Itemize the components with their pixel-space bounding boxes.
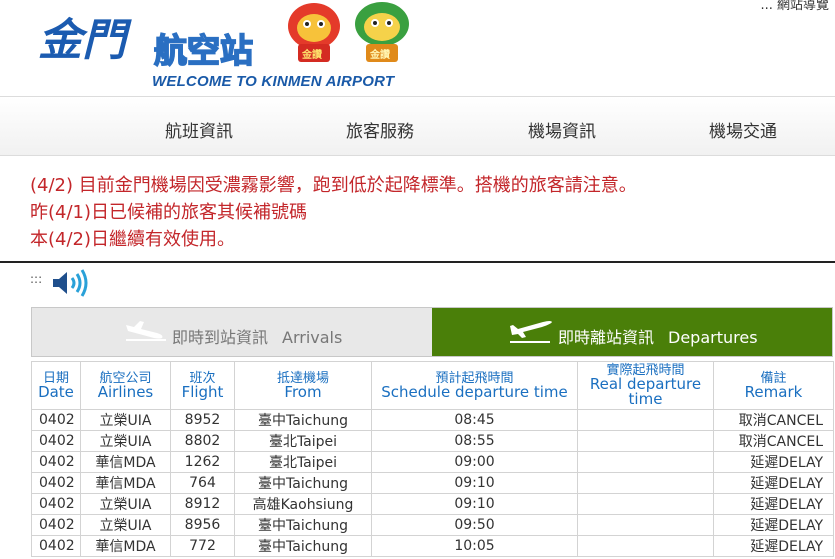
cell-remark: 取消CANCEL bbox=[713, 430, 834, 452]
table-row: 0402 立榮UIA 8952 臺中Taichung 08:45 取消CANCE… bbox=[31, 409, 834, 431]
cell-date: 0402 bbox=[31, 514, 81, 536]
cell-remark: 取消CANCEL bbox=[713, 409, 834, 431]
logo-kinmen-text: 金門 bbox=[38, 15, 132, 66]
tab-arrivals[interactable]: 即時到站資訊 Arrivals bbox=[32, 308, 432, 356]
tab-arrivals-en: Arrivals bbox=[282, 328, 343, 347]
mascot-badge-left: 金讚 bbox=[301, 48, 322, 61]
cell-flight: 8912 bbox=[170, 493, 235, 515]
cell-to: 臺北Taipei bbox=[234, 451, 372, 473]
cell-scheduled: 08:55 bbox=[371, 430, 578, 452]
cell-actual bbox=[577, 409, 714, 431]
cell-airline: 立榮UIA bbox=[80, 409, 171, 431]
cell-remark: 延遲DELAY bbox=[713, 451, 834, 473]
nav-item-airport-transport[interactable]: 機場交通 bbox=[709, 117, 777, 142]
kinmen-airport-logo[interactable]: 金門 航空站 金讚 金讚 bbox=[36, 0, 416, 72]
logo-airport-text: 航空站 bbox=[154, 31, 253, 70]
notice-line: 本(4/2)日繼續有效使用。 bbox=[30, 229, 236, 250]
table-row: 0402 華信MDA 764 臺中Taichung 09:10 延遲DELAY bbox=[31, 472, 834, 494]
col-flight: 班次 Flight bbox=[170, 361, 235, 410]
cell-airline: 立榮UIA bbox=[80, 514, 171, 536]
cell-actual bbox=[577, 472, 714, 494]
cell-flight: 1262 bbox=[170, 451, 235, 473]
table-header-row: 日期 Date 航空公司 Airlines 班次 Flight 抵達機場 From 預計… bbox=[31, 361, 834, 410]
site-header: ... 網站導覽 金門 航空站 金讚 金讚 WELCOME TO KINMEN … bbox=[0, 0, 835, 96]
mascot-right-icon: 金讚 bbox=[355, 2, 409, 62]
speaker-icon[interactable] bbox=[50, 268, 92, 298]
notice-line: (4/2) 目前金門機場因受濃霧影響，跑到低於起降標準。搭機的旅客請注意。 bbox=[30, 175, 637, 196]
tab-departures[interactable]: 即時離站資訊 Departures bbox=[432, 308, 832, 356]
plane-takeoff-icon bbox=[510, 321, 552, 343]
cell-airline: 華信MDA bbox=[80, 472, 171, 494]
cell-scheduled: 10:05 bbox=[371, 535, 578, 557]
cell-scheduled: 09:10 bbox=[371, 472, 578, 494]
departures-table: 日期 Date 航空公司 Airlines 班次 Flight 抵達機場 From 預計… bbox=[31, 361, 834, 557]
cell-to: 臺中Taichung bbox=[234, 535, 372, 557]
cell-airline: 華信MDA bbox=[80, 451, 171, 473]
notice-line: 昨(4/1)日已候補的旅客其候補號碼 bbox=[30, 202, 308, 223]
fog-notice: (4/2) 目前金門機場因受濃霧影響，跑到低於起降標準。搭機的旅客請注意。 昨(… bbox=[30, 172, 637, 253]
table-row: 0402 立榮UIA 8912 高雄Kaohsiung 09:10 延遲DELA… bbox=[31, 493, 834, 515]
cell-scheduled: 09:50 bbox=[371, 514, 578, 536]
cell-actual bbox=[577, 514, 714, 536]
section-divider bbox=[0, 261, 835, 263]
cell-date: 0402 bbox=[31, 535, 81, 557]
cell-date: 0402 bbox=[31, 472, 81, 494]
cell-scheduled: 09:10 bbox=[371, 493, 578, 515]
cell-remark: 延遲DELAY bbox=[713, 472, 834, 494]
cell-to: 臺中Taichung bbox=[234, 472, 372, 494]
cell-flight: 764 bbox=[170, 472, 235, 494]
accesskey-marker[interactable]: ::: bbox=[30, 272, 42, 286]
nav-item-flight-info[interactable]: 航班資訊 bbox=[165, 117, 233, 142]
cell-remark: 延遲DELAY bbox=[713, 493, 834, 515]
tab-departures-en: Departures bbox=[668, 328, 758, 347]
plane-landing-icon bbox=[126, 321, 166, 341]
cell-actual bbox=[577, 493, 714, 515]
tab-arrivals-zh: 即時到站資訊 bbox=[172, 328, 269, 347]
cell-remark: 延遲DELAY bbox=[713, 514, 834, 536]
cell-actual bbox=[577, 451, 714, 473]
flight-tabs: 即時到站資訊 Arrivals 即時離站資訊 Departures bbox=[31, 307, 833, 357]
cell-flight: 8802 bbox=[170, 430, 235, 452]
logo-subtitle: WELCOME TO KINMEN AIRPORT bbox=[152, 73, 395, 90]
cell-scheduled: 08:45 bbox=[371, 409, 578, 431]
col-from: 抵達機場 From bbox=[234, 361, 372, 410]
table-row: 0402 華信MDA 772 臺中Taichung 10:05 延遲DELAY bbox=[31, 535, 834, 557]
cell-flight: 772 bbox=[170, 535, 235, 557]
cell-to: 臺中Taichung bbox=[234, 514, 372, 536]
mascot-badge-right: 金讚 bbox=[369, 48, 390, 61]
cell-flight: 8956 bbox=[170, 514, 235, 536]
cell-scheduled: 09:00 bbox=[371, 451, 578, 473]
table-row: 0402 華信MDA 1262 臺北Taipei 09:00 延遲DELAY bbox=[31, 451, 834, 473]
cell-date: 0402 bbox=[31, 430, 81, 452]
cell-to: 高雄Kaohsiung bbox=[234, 493, 372, 515]
cell-remark: 延遲DELAY bbox=[713, 535, 834, 557]
table-row: 0402 立榮UIA 8802 臺北Taipei 08:55 取消CANCEL bbox=[31, 430, 834, 452]
cell-date: 0402 bbox=[31, 451, 81, 473]
cell-airline: 立榮UIA bbox=[80, 430, 171, 452]
cell-date: 0402 bbox=[31, 409, 81, 431]
mascot-left-icon: 金讚 bbox=[288, 3, 340, 62]
nav-item-airport-info[interactable]: 機場資訊 bbox=[528, 117, 596, 142]
cell-airline: 立榮UIA bbox=[80, 493, 171, 515]
col-real-time: 實際起飛時間 Real departure time bbox=[577, 361, 714, 410]
cell-airline: 華信MDA bbox=[80, 535, 171, 557]
tab-departures-zh: 即時離站資訊 bbox=[558, 328, 655, 347]
col-date: 日期 Date bbox=[31, 361, 81, 410]
nav-item-passenger-services[interactable]: 旅客服務 bbox=[346, 117, 414, 142]
main-nav: 航班資訊 旅客服務 機場資訊 機場交通 bbox=[0, 96, 835, 156]
cell-actual bbox=[577, 430, 714, 452]
col-remark: 備註 Remark bbox=[713, 361, 834, 410]
cell-flight: 8952 bbox=[170, 409, 235, 431]
col-airlines: 航空公司 Airlines bbox=[80, 361, 171, 410]
cell-date: 0402 bbox=[31, 493, 81, 515]
cell-to: 臺北Taipei bbox=[234, 430, 372, 452]
cell-actual bbox=[577, 535, 714, 557]
table-row: 0402 立榮UIA 8956 臺中Taichung 09:50 延遲DELAY bbox=[31, 514, 834, 536]
cell-to: 臺中Taichung bbox=[234, 409, 372, 431]
sitemap-link[interactable]: ... 網站導覽 bbox=[760, 0, 829, 13]
col-schedule-time: 預計起飛時間 Schedule departure time bbox=[371, 361, 578, 410]
